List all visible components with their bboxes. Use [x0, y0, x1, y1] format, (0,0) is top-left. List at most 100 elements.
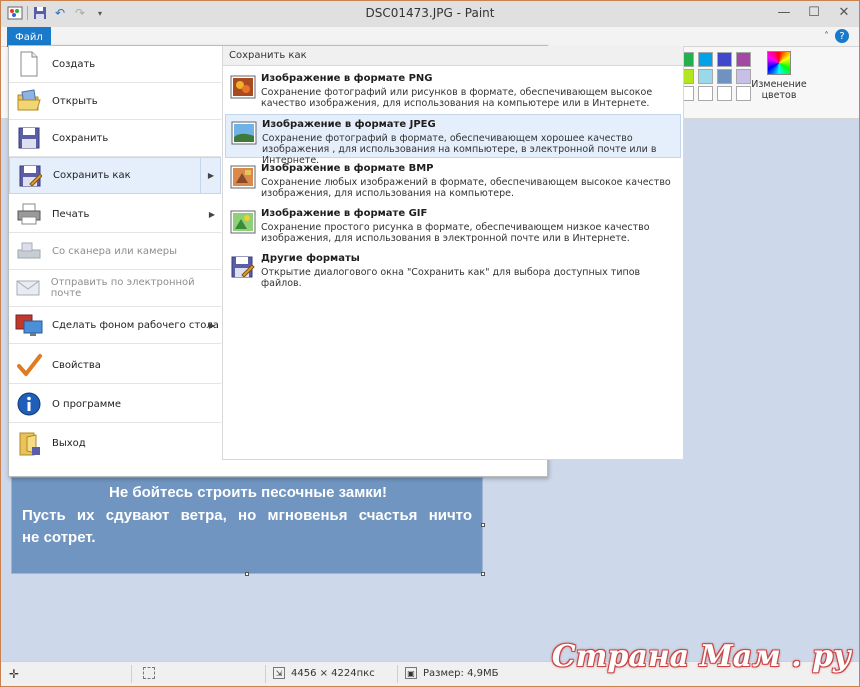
option-description: Открытие диалогового окна "Сохранить как…	[261, 267, 641, 289]
menu-item-new[interactable]: Создать	[9, 46, 221, 83]
edit-colors-button[interactable]: Изменение цветов	[749, 51, 809, 101]
jpeg-image-icon	[231, 121, 257, 145]
scanner-icon	[14, 238, 44, 264]
menu-item-print[interactable]: Печать ▶	[9, 196, 221, 233]
image-canvas[interactable]: Не бойтесь строить песочные замки! Пусть…	[11, 477, 483, 574]
print-icon	[14, 201, 44, 227]
color-swatch[interactable]	[717, 69, 732, 84]
save-as-other-formats[interactable]: Другие форматы Открытие диалогового окна…	[225, 249, 681, 293]
image-text-line2: Пусть их сдувают ветра, но мгновенья сча…	[22, 507, 472, 524]
option-description: Сохранение простого рисунка в формате, о…	[261, 222, 650, 244]
color-swatch[interactable]	[698, 86, 713, 101]
file-size: ▣ Размер: 4,9МБ	[405, 667, 498, 679]
help-icon[interactable]: ?	[835, 29, 849, 43]
status-divider	[265, 665, 266, 683]
file-tab[interactable]: Файл	[7, 27, 51, 47]
save-as-jpeg[interactable]: Изображение в формате JPEG Сохранение фо…	[225, 114, 681, 166]
save-as-png[interactable]: Изображение в формате PNG Сохранение фот…	[225, 69, 681, 113]
resize-handle-right[interactable]	[481, 523, 485, 527]
png-image-icon	[230, 75, 256, 99]
exit-icon	[14, 431, 44, 457]
email-icon	[14, 275, 43, 301]
watermark-logo: Страна Мам . ру	[551, 639, 851, 674]
save-icon	[14, 125, 44, 151]
menu-item-label: О программе	[52, 398, 122, 410]
menu-item-send-email: Отправить по электронной почте	[9, 270, 221, 307]
menu-item-label: Отправить по электронной почте	[50, 277, 195, 299]
option-title: Изображение в формате GIF	[261, 208, 428, 219]
desktop-background-icon	[14, 312, 44, 338]
option-title: Изображение в формате BMP	[261, 163, 434, 174]
cursor-position: ✛	[9, 667, 19, 681]
option-description: Сохранение любых изображений в формате, …	[261, 177, 671, 199]
color-swatch[interactable]	[698, 52, 713, 67]
menu-item-label: Сделать фоном рабочего стола	[52, 319, 219, 331]
save-as-pane: Сохранить как Изображение в формате PNG …	[222, 46, 684, 460]
selection-icon	[143, 667, 155, 679]
title-bar: ↶ ↷ ▾ DSC01473.JPG - Paint — ☐ ✕	[1, 1, 859, 27]
menu-item-save-as[interactable]: Сохранить как ▶	[9, 157, 221, 194]
image-text-line1: Не бойтесь строить песочные замки!	[108, 484, 388, 501]
menu-item-label: Печать	[52, 208, 90, 220]
minimize-ribbon-icon[interactable]: ˄	[824, 31, 829, 42]
resize-handle-bottom[interactable]	[245, 572, 249, 576]
menu-item-label: Сохранить	[52, 132, 109, 144]
menu-item-label: Свойства	[52, 359, 101, 371]
ribbon-tab-row: Файл ˄ ?	[1, 27, 859, 47]
option-title: Изображение в формате PNG	[261, 73, 433, 84]
menu-item-about[interactable]: О программе	[9, 386, 221, 423]
color-palette	[679, 52, 753, 101]
file-menu-items: Создать Открыть Сохранить Сохранить как …	[9, 46, 221, 476]
bmp-image-icon	[230, 165, 256, 189]
menu-item-set-desktop-bg[interactable]: Сделать фоном рабочего стола ▶	[9, 307, 221, 344]
menu-item-label: Создать	[52, 58, 96, 70]
submenu-arrow-icon: ▶	[207, 171, 214, 180]
image-size-icon: ⇲	[273, 667, 285, 679]
maximize-button[interactable]: ☐	[799, 1, 829, 23]
status-divider	[131, 665, 132, 683]
window-title: DSC01473.JPG - Paint	[365, 6, 495, 20]
minimize-button[interactable]: —	[769, 1, 799, 23]
menu-item-save[interactable]: Сохранить	[9, 120, 221, 157]
menu-item-label: Выход	[52, 438, 86, 449]
color-swatch[interactable]	[717, 86, 732, 101]
info-icon	[14, 391, 44, 417]
save-as-pane-header: Сохранить как	[223, 46, 683, 66]
color-swatch[interactable]	[717, 52, 732, 67]
color-swatch[interactable]	[698, 69, 713, 84]
submenu-arrow-icon: ▶	[208, 209, 215, 219]
status-divider	[397, 665, 398, 683]
option-title: Другие форматы	[261, 253, 360, 264]
file-menu: Создать Открыть Сохранить Сохранить как …	[8, 45, 684, 477]
resize-handle-corner[interactable]	[481, 572, 485, 576]
option-title: Изображение в формате JPEG	[262, 119, 436, 130]
menu-item-open[interactable]: Открыть	[9, 83, 221, 120]
move-cursor-icon: ✛	[9, 667, 20, 681]
save-as-gif[interactable]: Изображение в формате GIF Сохранение про…	[225, 204, 681, 248]
menu-item-label: Открыть	[52, 95, 98, 107]
window-controls: — ☐ ✕	[769, 1, 859, 23]
option-description: Сохранение фотографий или рисунков в фор…	[261, 87, 653, 109]
selection-size	[143, 667, 155, 679]
open-folder-icon	[14, 88, 44, 114]
save-as-bmp[interactable]: Изображение в формате BMP Сохранение люб…	[225, 159, 681, 203]
menu-item-properties[interactable]: Свойства	[9, 347, 221, 384]
other-formats-icon	[230, 255, 256, 279]
save-as-icon	[15, 163, 45, 189]
dimensions-text: 4456 × 4224пкс	[291, 667, 375, 679]
paint-window: ↶ ↷ ▾ DSC01473.JPG - Paint — ☐ ✕ Файл ˄ …	[0, 0, 860, 687]
menu-item-label: Сохранить как	[53, 170, 131, 181]
submenu-arrow-icon: ▶	[208, 320, 215, 330]
menu-item-exit[interactable]: Выход	[9, 425, 221, 462]
new-file-icon	[14, 51, 44, 77]
disk-icon: ▣	[405, 667, 417, 679]
edit-colors-label: Изменение цветов	[751, 79, 807, 101]
close-button[interactable]: ✕	[829, 1, 859, 23]
image-dimensions: ⇲ 4456 × 4224пкс	[273, 667, 375, 679]
color-wheel-icon	[767, 51, 791, 75]
properties-check-icon	[14, 352, 44, 378]
menu-item-from-scanner: Со сканера или камеры	[9, 233, 221, 270]
menu-item-label: Со сканера или камеры	[52, 245, 177, 257]
file-size-text: Размер: 4,9МБ	[423, 667, 499, 679]
image-text-line3: не сотрет.	[22, 529, 96, 546]
